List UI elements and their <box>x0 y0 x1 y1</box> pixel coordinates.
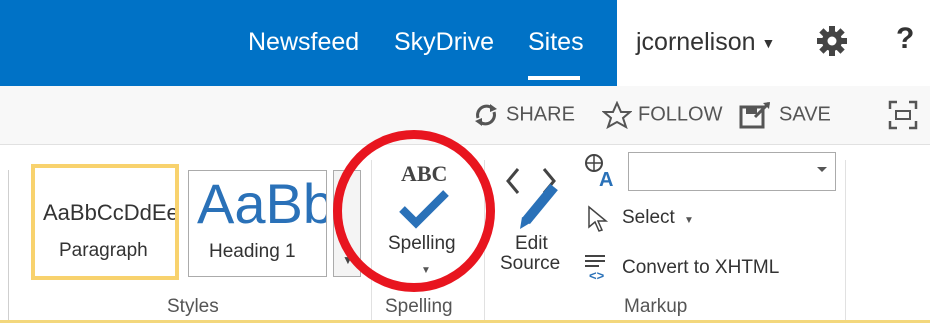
follow-label: FOLLOW <box>638 103 723 126</box>
heading-sample: AaBb <box>197 172 327 235</box>
heading-name: Heading 1 <box>209 241 296 262</box>
convert-xhtml-icon: <> <box>585 255 605 282</box>
language-dropdown[interactable] <box>628 152 836 191</box>
edit-source-icon <box>506 168 558 229</box>
help-button[interactable]: ? <box>896 22 914 56</box>
user-menu[interactable]: jcornelison ▼ <box>636 28 775 57</box>
select-label: Select <box>622 207 675 228</box>
save-button[interactable]: SAVE <box>739 101 831 129</box>
ribbon-left-edge <box>8 170 9 323</box>
suite-bar: Newsfeed SkyDrive Sites jcornelison ▼ ? <box>0 0 930 86</box>
nav-newsfeed[interactable]: Newsfeed <box>248 28 359 57</box>
svg-text:A: A <box>599 169 613 188</box>
user-name: jcornelison <box>636 28 756 56</box>
edit-source-label-line1: Edit <box>515 233 548 254</box>
convert-xhtml-label: Convert to XHTML <box>622 257 780 278</box>
markup-group-label: Markup <box>624 296 688 317</box>
style-paragraph[interactable]: AaBbCcDdEe Paragraph <box>31 164 179 280</box>
share-label: SHARE <box>506 103 575 126</box>
save-label: SAVE <box>779 103 831 126</box>
nav-skydrive[interactable]: SkyDrive <box>394 28 494 57</box>
nav-sites[interactable]: Sites <box>528 28 584 57</box>
focus-icon[interactable] <box>888 100 918 130</box>
convert-xhtml-button[interactable]: <> Convert to XHTML <box>583 252 803 286</box>
select-button[interactable]: Select ▼ <box>586 203 706 237</box>
cursor-icon <box>588 205 609 232</box>
language-icon[interactable]: A <box>583 152 623 188</box>
paragraph-name: Paragraph <box>59 240 148 261</box>
style-heading-1[interactable]: AaBb Heading 1 <box>188 170 327 277</box>
nav-active-indicator <box>528 76 580 80</box>
chevron-down-icon: ▼ <box>684 215 694 226</box>
follow-button[interactable]: FOLLOW <box>601 100 723 130</box>
paragraph-sample: AaBbCcDdEe <box>43 200 179 225</box>
styles-group-label: Styles <box>167 296 219 317</box>
highlight-circle <box>333 130 495 292</box>
chevron-down-icon <box>817 167 827 172</box>
star-icon <box>601 100 633 130</box>
top-navigation: Newsfeed SkyDrive Sites <box>0 0 617 86</box>
gear-icon[interactable] <box>815 24 849 58</box>
chevron-down-icon: ▼ <box>761 35 776 52</box>
share-icon <box>475 104 497 126</box>
spelling-group-label: Spelling <box>385 296 453 317</box>
edit-source-label-line2: Source <box>500 253 561 274</box>
edit-source-button[interactable]: Edit Source <box>496 155 568 285</box>
group-separator <box>845 160 846 323</box>
svg-text:<>: <> <box>589 268 605 282</box>
save-icon <box>739 101 771 129</box>
share-button[interactable]: SHARE <box>472 101 575 129</box>
